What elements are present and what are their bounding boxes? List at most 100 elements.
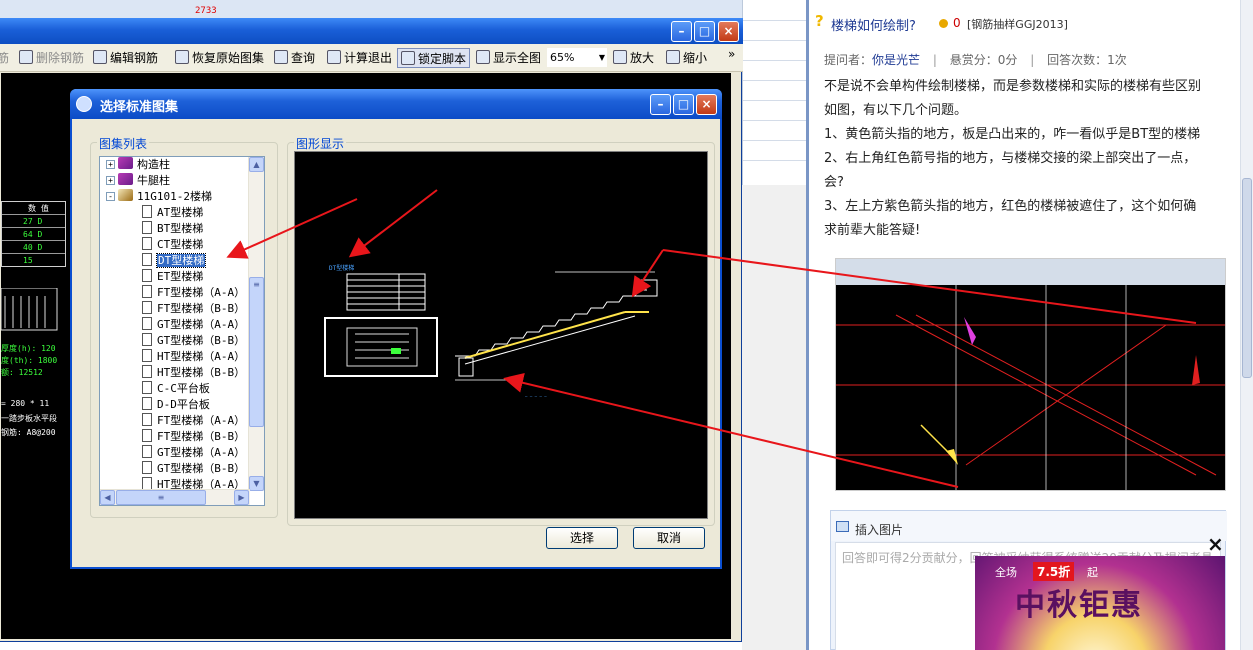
document-icon <box>142 285 152 298</box>
fx-icon <box>327 50 341 64</box>
body-line: 求前辈大能答疑! <box>824 223 921 238</box>
reward-label: 悬赏分： <box>949 53 998 67</box>
preview-label: 图形显示 <box>294 135 347 152</box>
tree-item[interactable]: AT型楼梯 <box>142 205 203 221</box>
sheet-cell-value: 2733 <box>195 6 217 16</box>
close-button[interactable]: × <box>718 21 739 42</box>
tree-item-label: AT型楼梯 <box>157 206 204 219</box>
tree-item[interactable]: ET型楼梯 <box>142 269 203 285</box>
document-icon <box>142 413 152 426</box>
lock-icon <box>401 51 415 65</box>
question-category[interactable]: [钢筋抽样GGJ2013] <box>967 16 1068 32</box>
restore-atlas-button[interactable]: 恢复原始图集 <box>175 48 264 68</box>
document-icon <box>142 301 152 314</box>
zoom-in-label: 放大 <box>630 51 655 65</box>
toolbar-item-rebar[interactable]: 筋 <box>0 48 9 68</box>
tree-vertical-scrollbar[interactable]: ▲ ≡ ▼ <box>248 157 264 491</box>
edit-rebar-button[interactable]: 编辑钢筋 <box>93 48 158 68</box>
dialog-titlebar: 选择标准图集 – □ × <box>70 89 722 119</box>
atlas-tree[interactable]: + 构造柱 + 牛腿柱 - 11G101-2楼梯 AT型楼梯 BT型楼梯 CT型楼梯 DT型楼梯 E… <box>99 156 265 506</box>
toolbar-overflow[interactable]: » <box>728 44 735 64</box>
asker-label: 提问者： <box>824 53 873 67</box>
tree-item[interactable]: CT型楼梯 <box>142 237 203 253</box>
zoom-select[interactable]: 65% ▼ <box>547 48 607 67</box>
select-button[interactable]: 选择 <box>546 527 618 549</box>
show-all-button[interactable]: 显示全图 <box>476 48 541 68</box>
cancel-button[interactable]: 取消 <box>633 527 705 549</box>
minimize-button[interactable]: – <box>671 21 692 42</box>
ad-discount-badge: 7.5折 <box>1033 562 1075 581</box>
question-title[interactable]: 楼梯如何绘制? <box>831 15 916 34</box>
main-window-titlebar: – □ × <box>0 18 743 44</box>
delete-rebar-button[interactable]: 删除钢筋 <box>19 48 84 68</box>
document-icon <box>142 237 152 250</box>
tree-item[interactable]: GT型楼梯（B-B） <box>142 461 245 477</box>
ad-close-icon[interactable]: × <box>1207 532 1224 556</box>
tree-item[interactable]: FT型楼梯（A-A） <box>142 413 245 429</box>
cad-table-header: 数 值 <box>28 204 49 213</box>
cad-table-value: 15 <box>23 256 33 265</box>
ad-banner[interactable]: 全场 7.5折 起 中秋钜惠 <box>975 556 1225 650</box>
asker-name[interactable]: 你是光芒 <box>872 53 920 67</box>
zoom-out-button[interactable]: 缩小 <box>666 48 707 68</box>
dt-stair-drawing: DT型楼梯 — — — — — <box>324 264 658 399</box>
tree-item[interactable]: C-C平台板 <box>142 381 210 397</box>
edit-rebar-label: 编辑钢筋 <box>110 51 159 65</box>
meta-separator: | <box>932 53 937 67</box>
tree-item[interactable]: GT型楼梯（A-A） <box>142 317 245 333</box>
document-icon <box>142 349 152 362</box>
dropdown-arrow-icon: ▼ <box>598 53 605 62</box>
collapse-icon[interactable]: - <box>106 192 115 201</box>
tree-item[interactable]: GT型楼梯（B-B） <box>142 333 245 349</box>
restore-atlas-icon <box>175 50 189 64</box>
screenshot-toolbar <box>836 259 1225 285</box>
calc-exit-button[interactable]: 计算退出 <box>327 48 392 68</box>
page-scrollbar[interactable] <box>1240 0 1253 650</box>
dialog-minimize-button[interactable]: – <box>650 94 671 115</box>
tree-item[interactable]: + 构造柱 <box>106 157 170 173</box>
dialog-close-button[interactable]: × <box>696 94 717 115</box>
scroll-down-icon[interactable]: ▼ <box>249 476 264 491</box>
document-icon <box>142 397 152 410</box>
delete-rebar-label: 删除钢筋 <box>36 51 85 65</box>
app-icon <box>76 96 92 112</box>
scroll-thumb[interactable]: ≡ <box>249 277 264 427</box>
tree-item[interactable]: FT型楼梯（B-B） <box>142 429 245 445</box>
scrollbar-thumb[interactable] <box>1242 178 1252 378</box>
tree-item[interactable]: FT型楼梯（B-B） <box>142 301 245 317</box>
tree-item[interactable]: HT型楼梯（A-A） <box>142 349 245 365</box>
expand-icon[interactable]: + <box>106 160 115 169</box>
document-icon <box>142 269 152 282</box>
maximize-button[interactable]: □ <box>694 21 715 42</box>
lock-script-button[interactable]: 锁定脚本 <box>397 48 471 68</box>
tree-item[interactable]: FT型楼梯（A-A） <box>142 285 245 301</box>
question-meta: 提问者：你是光芒 | 悬赏分：0分 | 回答次数：1次 <box>824 51 1127 68</box>
scroll-thumb[interactable]: ≡ <box>116 490 206 505</box>
query-button[interactable]: 查询 <box>274 48 315 68</box>
tree-item-selected[interactable]: DT型楼梯 <box>142 253 207 269</box>
tree-item[interactable]: BT型楼梯 <box>142 221 203 237</box>
document-icon <box>142 221 152 234</box>
zoom-out-label: 缩小 <box>683 51 708 65</box>
scroll-right-icon[interactable]: ▶ <box>234 490 249 505</box>
tree-item[interactable]: - 11G101-2楼梯 <box>106 189 212 205</box>
scroll-up-icon[interactable]: ▲ <box>249 157 264 172</box>
tree-item-label: FT型楼梯（A-A） <box>157 414 246 427</box>
tree-horizontal-scrollbar[interactable]: ◀ ≡ ▶ <box>100 489 250 505</box>
fit-all-icon <box>476 50 490 64</box>
reward-value: 0分 <box>997 53 1018 67</box>
answers-label: 回答次数： <box>1047 53 1108 67</box>
tree-item[interactable]: GT型楼梯（A-A） <box>142 445 245 461</box>
tree-item[interactable]: HT型楼梯（B-B） <box>142 365 245 381</box>
scroll-left-icon[interactable]: ◀ <box>100 490 115 505</box>
tree-item[interactable]: D-D平台板 <box>142 397 210 413</box>
expand-icon[interactable]: + <box>106 176 115 185</box>
question-screenshot[interactable] <box>835 258 1226 491</box>
insert-image-button[interactable]: 插入图片 <box>855 521 903 538</box>
desktop: 2733 – □ × 筋 删除钢筋 编辑钢筋 恢复原始图集 查询 计算退出 锁定… <box>0 0 1253 650</box>
dialog-maximize-button[interactable]: □ <box>673 94 694 115</box>
zoom-in-button[interactable]: 放大 <box>613 48 654 68</box>
tree-item[interactable]: + 牛腿柱 <box>106 173 170 189</box>
tree-item-label: HT型楼梯（A-A） <box>157 350 246 363</box>
image-icon <box>836 521 849 532</box>
